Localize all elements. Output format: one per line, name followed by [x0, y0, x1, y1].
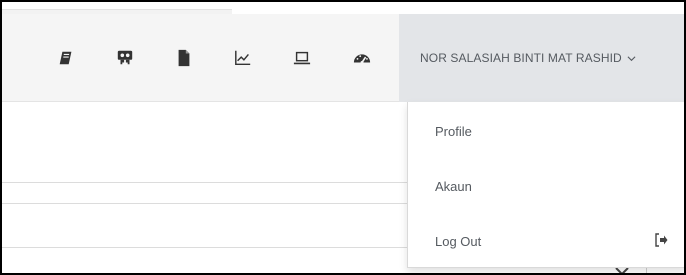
row-divider: [2, 203, 412, 204]
laptop-icon[interactable]: [292, 48, 312, 68]
file-icon[interactable]: [174, 48, 194, 68]
app-window: NOR SALASIAH BINTI MAT RASHID Profile Ak…: [0, 0, 686, 275]
chevron-down-icon: [627, 54, 636, 63]
line-chart-icon[interactable]: [233, 48, 253, 68]
sign-out-icon: [654, 233, 668, 247]
top-strip: [2, 2, 684, 15]
user-menu-toggle[interactable]: NOR SALASIAH BINTI MAT RASHID: [399, 14, 684, 102]
dropdown-item-profile[interactable]: Profile: [408, 104, 684, 158]
book-icon[interactable]: [56, 48, 76, 68]
row-divider: [2, 182, 412, 183]
dropdown-item-label: Profile: [435, 123, 472, 139]
dropdown-item-akaun[interactable]: Akaun: [408, 159, 684, 213]
slideshare-icon[interactable]: [115, 48, 135, 68]
dropdown-item-label: Log Out: [435, 233, 482, 249]
dropdown-item-label: Akaun: [435, 178, 472, 194]
dashboard-icon[interactable]: [352, 48, 372, 68]
dropdown-item-log-out[interactable]: Log Out: [408, 214, 684, 268]
row-divider: [2, 247, 412, 248]
user-name: NOR SALASIAH BINTI MAT RASHID: [420, 51, 622, 65]
user-dropdown-menu: Profile Akaun Log Out: [407, 102, 684, 268]
